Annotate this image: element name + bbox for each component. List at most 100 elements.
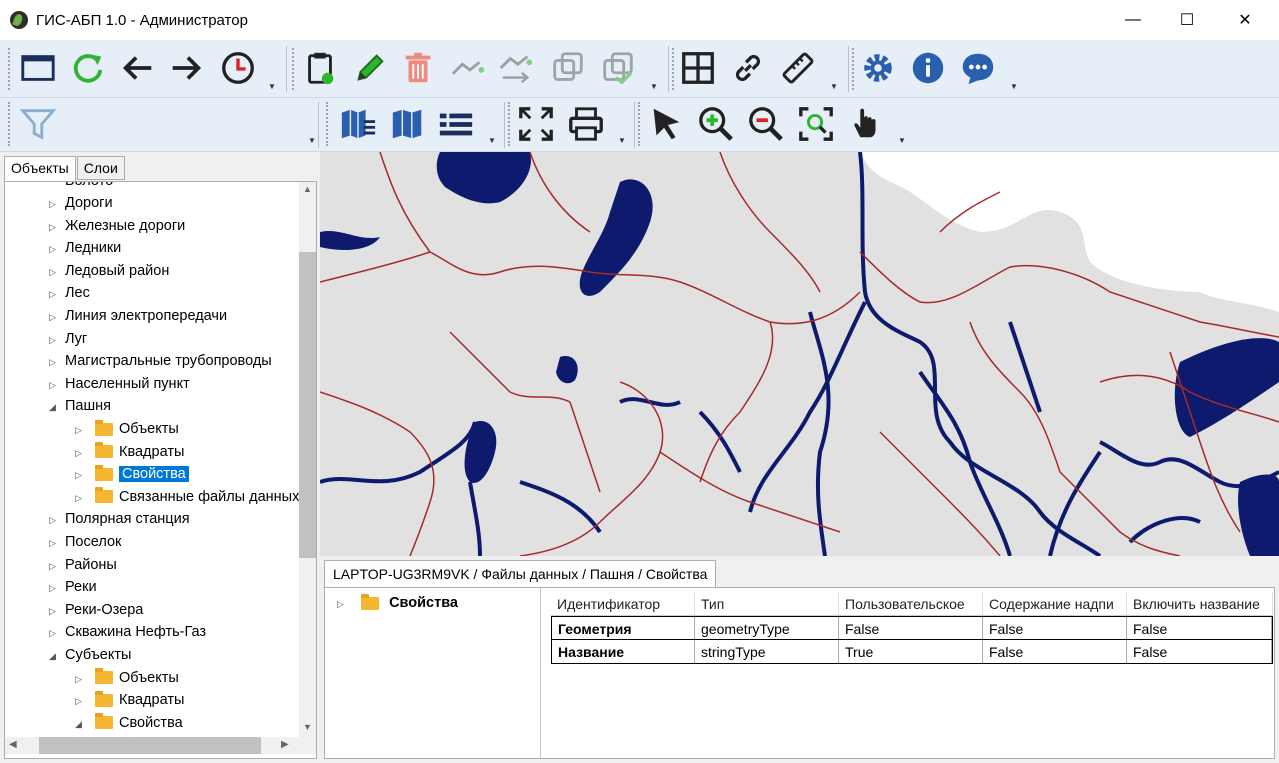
tree-item[interactable]: ▷ Квадраты [75,689,184,711]
grid-cell[interactable]: False [983,640,1127,663]
line-move-icon[interactable] [496,48,536,88]
tree-vertical-scrollbar[interactable]: ▲ ▼ [299,182,316,737]
tree-item[interactable]: ▷ Линия электропередачи [49,305,227,327]
toolbar-grip[interactable] [8,48,12,90]
tree-item[interactable]: ▷ Объекты [75,418,179,440]
map-canvas[interactable] [320,152,1279,556]
maximize-button[interactable]: ☐ [1164,0,1210,40]
fullscreen-icon[interactable] [516,104,556,144]
clipboard-icon[interactable] [300,48,340,88]
toolbar-grip[interactable] [638,102,642,146]
tree-item[interactable]: ▷ Дороги [49,192,113,214]
minimize-button[interactable]: — [1110,0,1156,40]
legend-icon[interactable] [436,104,476,144]
expand-arrow-icon[interactable]: ▷ [49,306,65,328]
tree-item[interactable]: ▷ Лес [49,282,90,304]
pan-hand-icon[interactable] [846,104,886,144]
scroll-thumb[interactable] [299,252,316,558]
dropdown-arrow-icon[interactable]: ▼ [1010,82,1018,91]
clock-icon[interactable] [218,48,258,88]
scroll-up-icon[interactable]: ▲ [303,184,312,194]
expand-arrow-icon[interactable]: ▷ [337,593,347,615]
expand-arrow-icon[interactable]: ▷ [75,487,91,509]
back-arrow-icon[interactable] [118,48,158,88]
expand-arrow-icon[interactable]: ▷ [75,419,91,441]
expand-arrow-icon[interactable]: ▷ [49,555,65,577]
properties-tree-item[interactable]: ▷ Свойства [337,592,458,614]
grid-cell[interactable]: False [839,617,983,639]
grid-cell[interactable]: False [1127,640,1272,663]
tree-item[interactable]: ▷ Реки [49,576,97,598]
expand-arrow-icon[interactable]: ▷ [49,238,65,260]
table-row[interactable]: Название stringType True False False [551,640,1273,664]
expand-arrow-icon[interactable]: ▷ [49,329,65,351]
tab-layers[interactable]: Слои [76,156,125,180]
expand-arrow-icon[interactable]: ▷ [49,532,65,554]
grid-cell[interactable]: False [1127,617,1272,639]
close-button[interactable]: ✕ [1222,0,1268,40]
grid-cell[interactable]: True [839,640,983,663]
info-icon[interactable] [908,48,948,88]
zoom-out-icon[interactable] [746,104,786,144]
copy-icon[interactable] [548,48,588,88]
dropdown-arrow-icon[interactable]: ▼ [830,82,838,91]
tree-item[interactable]: ◢ Свойства [75,712,183,734]
expand-arrow-icon[interactable]: ▷ [75,464,91,486]
ruler-icon[interactable] [778,48,818,88]
gear-icon[interactable] [858,48,898,88]
expand-arrow-icon[interactable]: ▷ [75,668,91,690]
trash-icon[interactable] [398,48,438,88]
dropdown-arrow-icon[interactable]: ▼ [618,136,626,145]
column-header[interactable]: Тип [695,592,839,615]
refresh-icon[interactable] [68,48,108,88]
column-header[interactable]: Включить название [1127,592,1273,615]
grid-cell[interactable]: stringType [695,640,839,663]
expand-arrow-icon[interactable]: ▷ [49,374,65,396]
zoom-extent-icon[interactable] [796,104,836,144]
tree-item[interactable]: ◢ Пашня [49,395,111,417]
filter-icon[interactable] [18,104,58,144]
tree-item[interactable]: ▷ Полярная станция [49,508,190,530]
map-view[interactable] [320,152,1279,556]
collapse-arrow-icon[interactable]: ◢ [49,396,65,418]
expand-arrow-icon[interactable]: ▷ [49,622,65,644]
link-icon[interactable] [728,48,768,88]
tree-item[interactable]: ▷ Населенный пункт [49,373,190,395]
tree-item[interactable]: ▷ Районы [49,554,117,576]
tree-item[interactable]: ▷ Квадраты [75,441,184,463]
tree-horizontal-scrollbar[interactable]: ◀ ▶ [5,737,299,754]
dropdown-arrow-icon[interactable]: ▼ [650,82,658,91]
tree-item-label[interactable]: Болото [65,182,113,192]
dropdown-arrow-icon[interactable]: ▼ [268,82,276,91]
dropdown-arrow-icon[interactable]: ▼ [308,136,316,145]
expand-arrow-icon[interactable]: ▷ [49,509,65,531]
column-header[interactable]: Содержание надпи [983,592,1127,615]
pointer-icon[interactable] [646,104,686,144]
tree-item[interactable]: ▷ Луг [49,328,87,350]
grid-cell[interactable]: geometryType [695,617,839,639]
toolbar-grip[interactable] [672,48,676,90]
column-header[interactable]: Пользовательское [839,592,983,615]
toolbar-grip[interactable] [852,48,856,90]
scroll-left-icon[interactable]: ◀ [9,739,17,750]
expand-arrow-icon[interactable]: ▷ [49,351,65,373]
tree-item[interactable]: ▷ Объекты [75,667,179,689]
tree-item[interactable]: ▷ Ледники [49,237,121,259]
map-icon[interactable] [388,104,428,144]
expand-arrow-icon[interactable]: ▷ [75,442,91,464]
expand-arrow-icon[interactable]: ▷ [49,193,65,215]
table-row[interactable]: Геометрия geometryType False False False [551,616,1273,640]
expand-arrow-icon[interactable]: ▷ [49,600,65,622]
zoom-in-icon[interactable] [696,104,736,144]
print-icon[interactable] [566,104,606,144]
expand-arrow-icon[interactable]: ▷ [49,261,65,283]
expand-arrow-icon[interactable]: ▷ [49,216,65,238]
grid-cell[interactable]: Название [552,640,695,663]
tree-item[interactable]: ▷ Связанные файлы данных [75,486,299,508]
expand-arrow-icon[interactable]: ▷ [49,577,65,599]
collapse-arrow-icon[interactable]: ◢ [75,713,91,735]
pencil-icon[interactable] [350,48,390,88]
tree-item[interactable]: ▷ Поселок [49,531,121,553]
path-tab[interactable]: LAPTOP-UG3RM9VK / Файлы данных / Пашня /… [324,560,717,588]
tree-item[interactable]: ◢ Субъекты [49,644,131,666]
